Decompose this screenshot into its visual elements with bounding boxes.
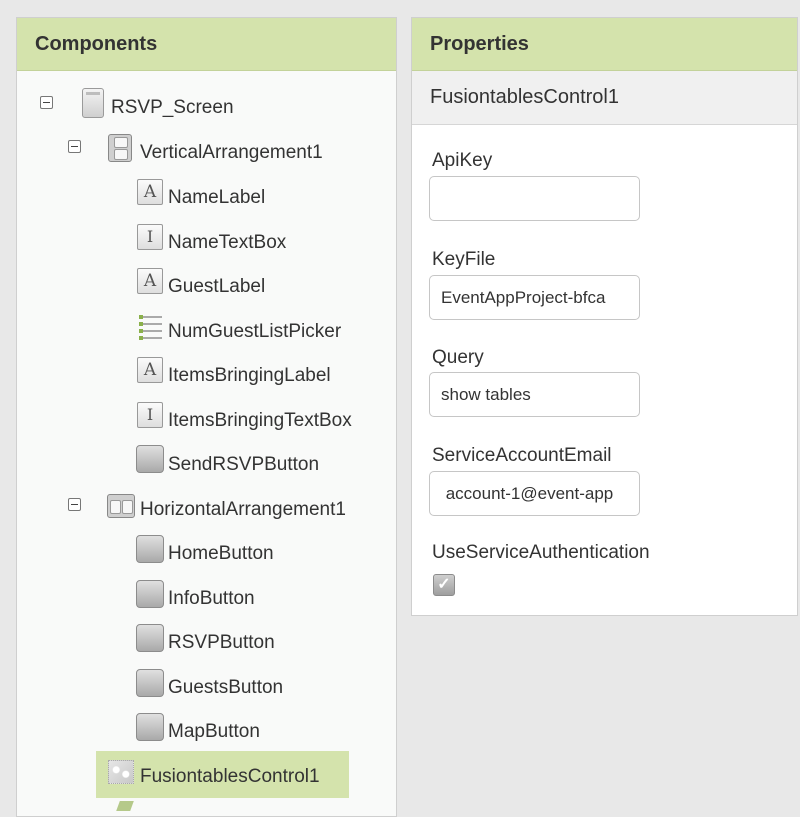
service-account-email-input[interactable]: [429, 471, 640, 516]
tree-item-fusiontables-control1[interactable]: FusiontablesControl1: [140, 760, 320, 794]
label-icon: A: [137, 357, 163, 383]
tree-item-guests-button[interactable]: GuestsButton: [168, 671, 283, 705]
query-label: Query: [432, 347, 484, 368]
label-icon: A: [137, 179, 163, 205]
tree-item-items-bringing-label[interactable]: ItemsBringingLabel: [168, 359, 331, 393]
keyfile-label: KeyFile: [432, 249, 496, 270]
textbox-icon: I: [137, 402, 163, 428]
tree-item-rsvp-screen[interactable]: RSVP_Screen: [111, 91, 234, 125]
properties-component-name: FusiontablesControl1: [412, 71, 797, 125]
screen-icon: [82, 88, 104, 118]
textbox-icon: I: [137, 224, 163, 250]
fusiontables-icon: [108, 760, 134, 784]
button-icon: [136, 445, 164, 473]
label-icon: A: [137, 268, 163, 294]
button-icon: [136, 669, 164, 697]
use-service-authentication-checkbox[interactable]: ✓: [433, 574, 455, 596]
tree-item-items-bringing-textbox[interactable]: ItemsBringingTextBox: [168, 404, 352, 438]
tree-item-horizontal-arrangement1[interactable]: HorizontalArrangement1: [140, 493, 346, 527]
vertical-arrangement-icon: [108, 134, 132, 162]
button-icon: [136, 580, 164, 608]
tree-item-name-textbox[interactable]: NameTextBox: [168, 226, 286, 260]
tree-item-map-button[interactable]: MapButton: [168, 715, 260, 749]
listpicker-icon: [139, 313, 162, 340]
use-service-authentication-label: UseServiceAuthentication: [432, 542, 650, 563]
collapse-vertical-arrangement-icon[interactable]: [68, 140, 81, 153]
service-account-email-label: ServiceAccountEmail: [432, 445, 612, 466]
apikey-input[interactable]: [429, 176, 640, 221]
collapse-horizontal-arrangement-icon[interactable]: [68, 498, 81, 511]
collapse-rsvp-screen-icon[interactable]: [40, 96, 53, 109]
keyfile-input[interactable]: [429, 275, 640, 320]
button-icon: [136, 535, 164, 563]
components-header: Components: [17, 18, 396, 71]
tree-item-home-button[interactable]: HomeButton: [168, 537, 274, 571]
query-input[interactable]: [429, 372, 640, 417]
apikey-label: ApiKey: [432, 150, 493, 171]
button-icon: [136, 713, 164, 741]
tree-item-rsvp-button[interactable]: RSVPButton: [168, 626, 275, 660]
button-icon: [136, 624, 164, 652]
horizontal-arrangement-icon: [107, 494, 135, 518]
tree-item-vertical-arrangement1[interactable]: VerticalArrangement1: [140, 136, 323, 170]
checkmark-icon: ✓: [437, 576, 451, 593]
tree-item-guest-label[interactable]: GuestLabel: [168, 270, 265, 304]
tree-item-info-button[interactable]: InfoButton: [168, 582, 255, 616]
tree-item-name-label[interactable]: NameLabel: [168, 181, 265, 215]
tree-item-send-rsvp-button[interactable]: SendRSVPButton: [168, 448, 319, 482]
properties-header: Properties: [412, 18, 797, 71]
tree-item-num-guest-list-picker[interactable]: NumGuestListPicker: [168, 315, 341, 349]
